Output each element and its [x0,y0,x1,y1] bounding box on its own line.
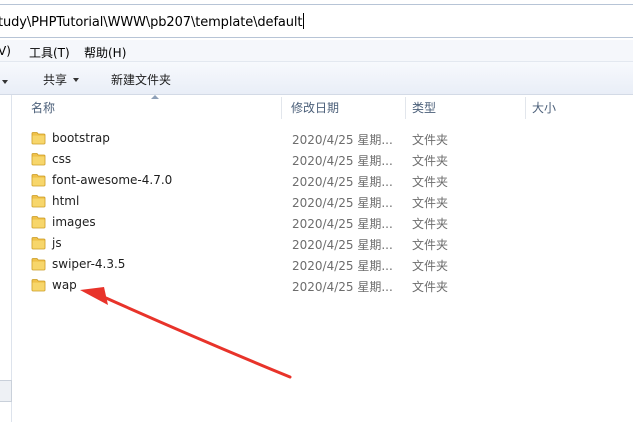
file-type: 文件夹 [412,238,449,252]
new-folder-button[interactable]: 新建文件夹 [111,71,171,88]
column-date[interactable]: 修改日期 [291,95,339,121]
file-name: js [52,236,62,250]
file-type: 文件夹 [412,196,449,210]
chevron-down-icon [2,80,8,84]
file-type: 文件夹 [412,280,449,294]
navigation-scrollbar[interactable] [0,380,12,402]
file-row[interactable]: css 2020/4/25 星期... 文件夹 [13,149,633,170]
address-bar-area: tudy\PHPTutorial\WWW\pb207\template\defa… [0,0,633,40]
file-name: css [52,152,72,166]
file-type: 文件夹 [412,133,449,147]
file-date: 2020/4/25 星期... [292,196,393,210]
folder-icon [31,236,46,250]
chevron-down-icon [73,78,80,82]
folder-icon [31,173,46,187]
arrow-shaft [104,296,292,379]
folder-icon [31,278,46,292]
file-type: 文件夹 [412,259,449,273]
menu-tools[interactable]: 工具(T) [29,44,70,61]
file-date: 2020/4/25 星期... [292,280,393,294]
file-row[interactable]: wap 2020/4/25 星期... 文件夹 [13,275,633,296]
file-row[interactable]: swiper-4.3.5 2020/4/25 星期... 文件夹 [13,254,633,275]
menu-help[interactable]: 帮助(H) [84,44,126,61]
file-row[interactable]: font-awesome-4.7.0 2020/4/25 星期... 文件夹 [13,170,633,191]
file-date: 2020/4/25 星期... [292,217,393,231]
file-row[interactable]: images 2020/4/25 星期... 文件夹 [13,212,633,233]
folder-icon [31,131,46,145]
navigation-pane[interactable] [0,95,12,422]
toolbar-dropdown-arrow[interactable] [2,75,8,89]
column-size[interactable]: 大小 [532,95,556,121]
file-name: wap [52,278,77,292]
file-type: 文件夹 [412,175,449,189]
file-date: 2020/4/25 星期... [292,238,393,252]
file-name: images [52,215,96,229]
folder-icon [31,194,46,208]
column-divider[interactable] [525,97,526,119]
file-row[interactable]: js 2020/4/25 星期... 文件夹 [13,233,633,254]
sort-ascending-icon [151,95,159,99]
column-divider[interactable] [281,97,282,119]
explorer-window: tudy\PHPTutorial\WWW\pb207\template\defa… [0,0,633,422]
file-row[interactable]: html 2020/4/25 星期... 文件夹 [13,191,633,212]
address-path[interactable]: tudy\PHPTutorial\WWW\pb207\template\defa… [0,13,305,30]
file-date: 2020/4/25 星期... [292,154,393,168]
file-list: bootstrap 2020/4/25 星期... 文件夹 css 2020/4/25… [13,128,633,296]
file-date: 2020/4/25 星期... [292,175,393,189]
file-name: html [52,194,80,208]
column-type[interactable]: 类型 [412,95,436,121]
text-caret [303,13,305,29]
file-type: 文件夹 [412,154,449,168]
share-button[interactable]: 共享 [43,71,80,88]
file-name: font-awesome-4.7.0 [52,173,173,187]
folder-icon [31,257,46,271]
menu-view[interactable]: V) [0,44,11,58]
file-date: 2020/4/25 星期... [292,133,393,147]
folder-icon [31,215,46,229]
menu-bar: V) 工具(T) 帮助(H) [0,40,633,62]
column-header-row: 名称 修改日期 类型 大小 [13,95,633,121]
column-name[interactable]: 名称 [31,95,55,121]
folder-icon [31,152,46,166]
share-label: 共享 [43,73,68,87]
file-type: 文件夹 [412,217,449,231]
file-name: swiper-4.3.5 [52,257,126,271]
command-toolbar: 共享 新建文件夹 [0,62,633,95]
file-name: bootstrap [52,131,110,145]
file-date: 2020/4/25 星期... [292,259,393,273]
file-row[interactable]: bootstrap 2020/4/25 星期... 文件夹 [13,128,633,149]
column-divider[interactable] [405,97,406,119]
address-bar[interactable]: tudy\PHPTutorial\WWW\pb207\template\defa… [0,4,633,38]
